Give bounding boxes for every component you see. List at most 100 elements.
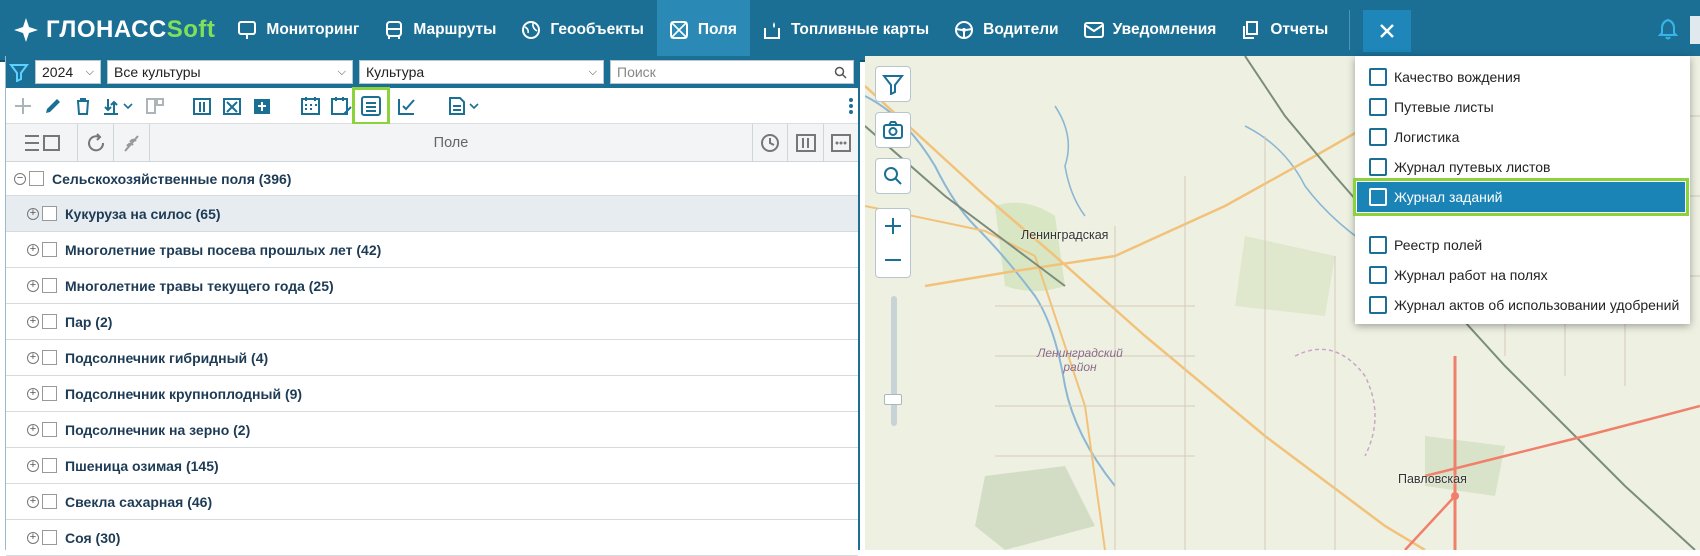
close-menu-button[interactable]	[1363, 10, 1412, 52]
documents-menu-button[interactable]	[446, 93, 482, 119]
list-item-label: Многолетние травы текущего года (25)	[65, 277, 334, 294]
tree-root-label: Сельскохозяйственные поля (396)	[52, 170, 292, 187]
bell-icon[interactable]	[1658, 18, 1678, 40]
checkbox[interactable]	[42, 206, 57, 221]
nav-geoobjects[interactable]: Геообъекты	[509, 0, 656, 60]
checkbox[interactable]	[42, 494, 57, 509]
checkbox[interactable]	[1369, 158, 1387, 176]
expand-icon[interactable]: +	[27, 207, 39, 220]
list-item[interactable]: + Подсолнечник крупноплодный (9)	[6, 376, 858, 412]
merge-fields-button[interactable]	[142, 93, 168, 119]
expand-collapse-button[interactable]	[6, 123, 78, 162]
map-filter-button[interactable]	[875, 66, 911, 102]
year-select[interactable]: 2024 ⌵	[35, 60, 101, 84]
refresh-button[interactable]	[78, 123, 114, 162]
nav-label: Отчеты	[1270, 21, 1329, 38]
nav-notifications[interactable]: Уведомления	[1072, 0, 1230, 60]
expand-icon[interactable]: +	[27, 351, 39, 364]
dropdown-item[interactable]: Журнал путевых листов	[1355, 152, 1690, 182]
crop-filter-button[interactable]	[114, 123, 150, 162]
dropdown-item-task-journal[interactable]: Журнал заданий	[1353, 178, 1689, 216]
checkbox[interactable]	[42, 242, 57, 257]
tree-root[interactable]: − Сельскохозяйственные поля (396)	[6, 162, 858, 196]
checkbox[interactable]	[42, 530, 57, 545]
expand-icon[interactable]: +	[27, 279, 39, 292]
checkbox[interactable]	[1369, 236, 1387, 254]
list-item[interactable]: + Свекла сахарная (46)	[6, 484, 858, 520]
checkbox[interactable]	[1369, 128, 1387, 146]
nav-fields[interactable]: Поля	[656, 0, 750, 60]
list-item[interactable]: + Пшеница озимая (145)	[6, 448, 858, 484]
expand-icon[interactable]: +	[27, 495, 39, 508]
checkbox[interactable]	[1369, 266, 1387, 284]
expand-icon[interactable]: +	[27, 423, 39, 436]
list-item[interactable]: + Многолетние травы текущего года (25)	[6, 268, 858, 304]
zoom-slider-track[interactable]	[891, 296, 897, 426]
list-item[interactable]: + Соя (30)	[6, 520, 858, 556]
collapse-icon[interactable]: −	[14, 172, 26, 185]
zoom-control	[875, 208, 911, 278]
list-item[interactable]: + Многолетние травы посева прошлых лет (4…	[6, 232, 858, 268]
calendar-button[interactable]	[298, 93, 324, 119]
more-vertical-icon[interactable]	[848, 96, 854, 116]
map-screenshot-button[interactable]	[875, 112, 911, 148]
crop-add-button[interactable]	[250, 93, 276, 119]
crop-assign-button[interactable]	[190, 93, 216, 119]
group-by-select[interactable]: Культура ⌵	[359, 60, 604, 84]
list-item[interactable]: + Пар (2)	[6, 304, 858, 340]
dropdown-item-label: Путевые листы	[1394, 99, 1494, 115]
history-button[interactable]	[752, 123, 788, 162]
nav-routes[interactable]: Маршруты	[372, 0, 509, 60]
checkbox[interactable]	[42, 422, 57, 437]
dropdown-item[interactable]: Путевые листы	[1355, 92, 1690, 122]
fuel-card-icon	[763, 22, 780, 39]
nav-reports[interactable]: Отчеты	[1229, 0, 1341, 60]
task-journal-button[interactable]	[352, 86, 390, 125]
expand-icon[interactable]: +	[27, 315, 39, 328]
checkbox[interactable]	[42, 458, 57, 473]
checkbox[interactable]	[1369, 68, 1387, 86]
zoom-in-button[interactable]	[876, 209, 910, 243]
zoom-out-button[interactable]	[876, 243, 910, 277]
dropdown-item[interactable]: Журнал работ на полях	[1355, 260, 1690, 290]
nav-drivers[interactable]: Водители	[942, 0, 1071, 60]
list-item[interactable]: + Кукуруза на силос (65)	[6, 196, 858, 232]
calendar-edit-button[interactable]	[328, 93, 354, 119]
nav-fuel-cards[interactable]: Топливные карты	[750, 0, 942, 60]
crop-remove-button[interactable]	[220, 93, 246, 119]
checkbox[interactable]	[42, 278, 57, 293]
expand-icon[interactable]: +	[27, 387, 39, 400]
nav-label: Уведомления	[1112, 21, 1217, 38]
expand-icon[interactable]: +	[27, 531, 39, 544]
checkbox[interactable]	[42, 350, 57, 365]
checkbox[interactable]	[42, 386, 57, 401]
approve-button[interactable]	[394, 93, 420, 119]
brand-logo[interactable]: ГЛОНАСС Soft	[0, 0, 225, 60]
dropdown-item[interactable]: Качество вождения	[1355, 62, 1690, 92]
checkbox[interactable]	[1369, 98, 1387, 116]
checkbox[interactable]	[29, 171, 44, 186]
list-item[interactable]: + Подсолнечник на зерно (2)	[6, 412, 858, 448]
zoom-slider-handle[interactable]	[884, 394, 902, 405]
expand-icon[interactable]: +	[27, 459, 39, 472]
map-search-button[interactable]	[875, 158, 911, 194]
crop-select[interactable]: Все культуры ⌵	[107, 60, 353, 84]
filter-icon[interactable]	[9, 62, 29, 82]
edit-field-button[interactable]	[40, 93, 66, 119]
add-field-button[interactable]	[10, 93, 36, 119]
dropdown-item[interactable]: Журнал актов об использовании удобрений	[1355, 290, 1690, 320]
field-crops-button[interactable]	[788, 123, 824, 162]
checkbox[interactable]	[1369, 188, 1387, 206]
checkbox[interactable]	[1369, 296, 1387, 314]
dropdown-item[interactable]: Реестр полей	[1355, 230, 1690, 260]
nav-label: Маршруты	[413, 21, 497, 38]
more-columns-button[interactable]	[824, 124, 858, 162]
checkbox[interactable]	[42, 314, 57, 329]
search-input[interactable]: Поиск	[610, 60, 854, 84]
expand-icon[interactable]: +	[27, 243, 39, 256]
nav-monitoring[interactable]: Мониторинг	[225, 0, 372, 60]
dropdown-item[interactable]: Логистика	[1355, 122, 1690, 152]
delete-field-button[interactable]	[70, 93, 96, 119]
import-export-button[interactable]	[100, 93, 138, 119]
list-item[interactable]: + Подсолнечник гибридный (4)	[6, 340, 858, 376]
